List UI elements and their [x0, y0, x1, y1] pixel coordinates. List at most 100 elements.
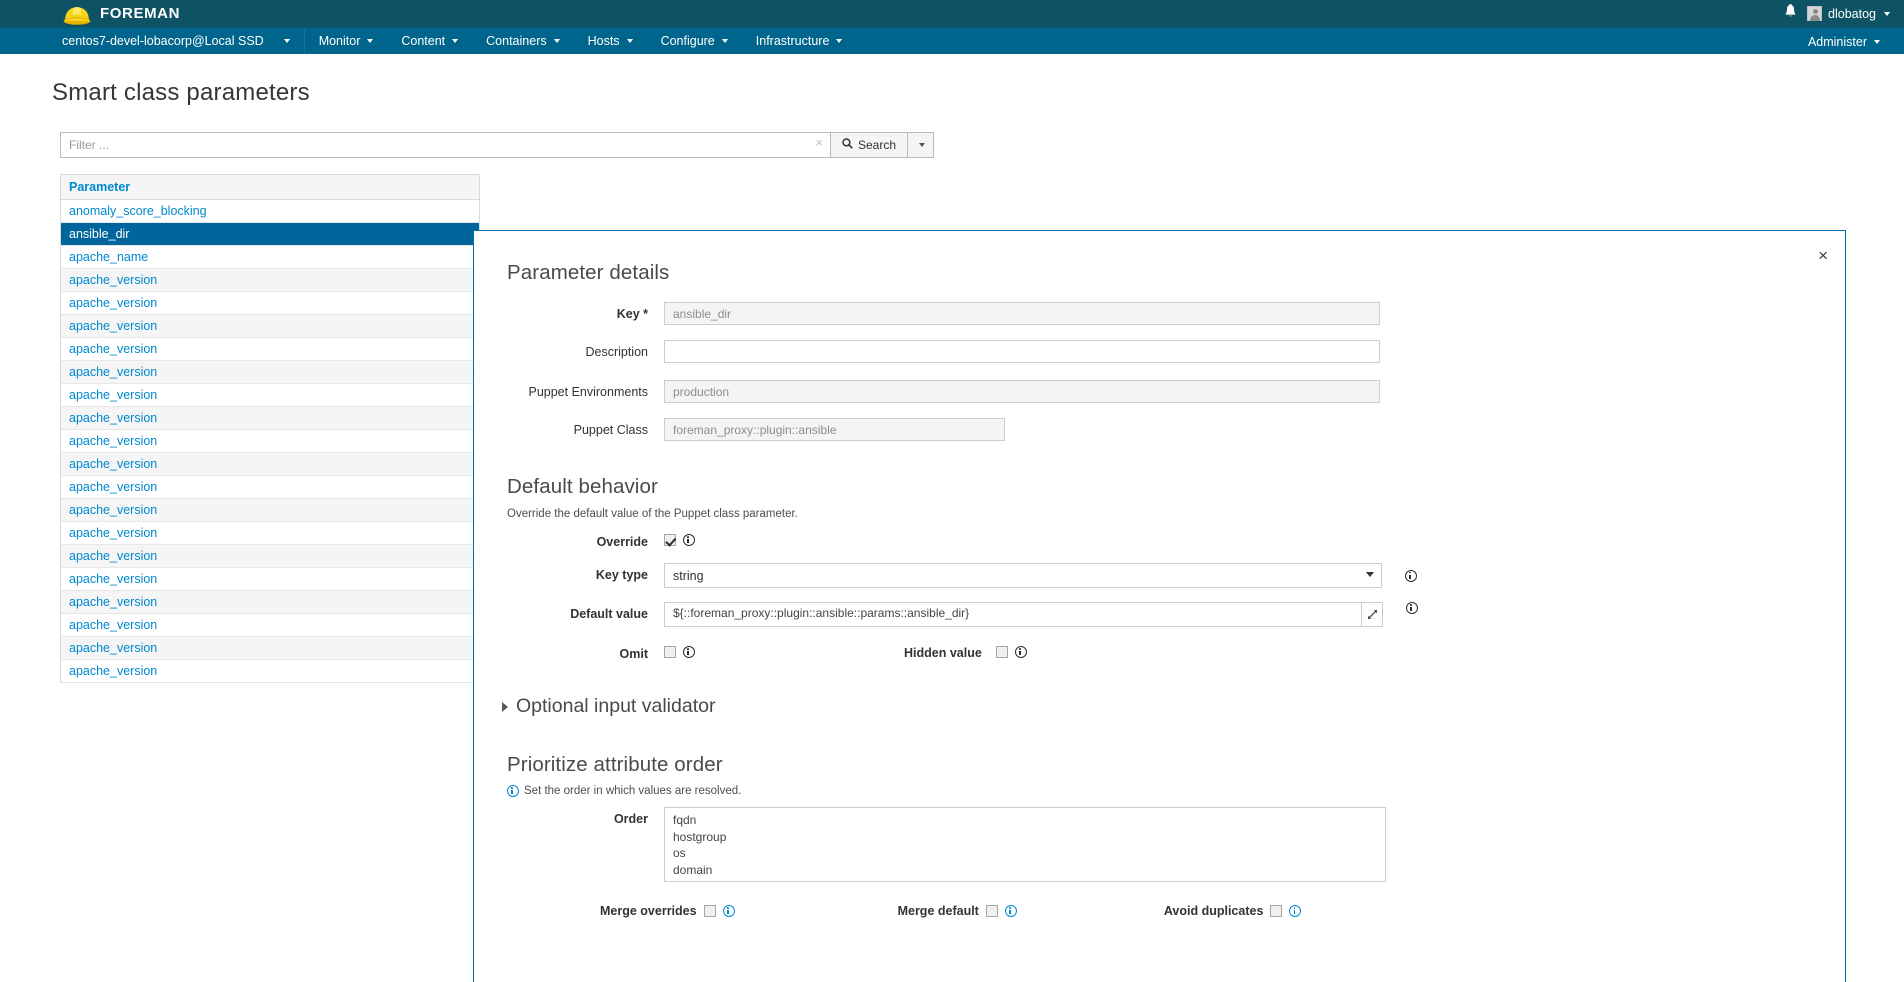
chevron-down-icon: [918, 143, 925, 147]
description-field[interactable]: [664, 340, 1380, 363]
nav-label: Hosts: [587, 34, 620, 48]
parameter-link[interactable]: apache_version: [60, 337, 480, 361]
nav-label: Configure: [660, 34, 715, 48]
nav-item-infrastructure[interactable]: Infrastructure: [742, 28, 857, 54]
table-row[interactable]: apache_version: [60, 429, 480, 453]
info-icon[interactable]: [683, 534, 695, 546]
nav-item-monitor[interactable]: Monitor: [305, 28, 388, 54]
info-icon[interactable]: [1289, 905, 1302, 917]
brand-bar: FOREMAN dlobatog: [0, 0, 1904, 27]
search-button[interactable]: Search: [830, 132, 909, 158]
table-row[interactable]: apache_version: [60, 291, 480, 315]
parameter-link[interactable]: anomaly_score_blocking: [60, 199, 480, 223]
avoid-duplicates-checkbox[interactable]: [1270, 905, 1283, 917]
org-selector[interactable]: centos7-devel-lobacorp@Local SSD: [0, 28, 305, 54]
expand-icon[interactable]: [1362, 602, 1383, 627]
nav-label: Content: [401, 34, 446, 48]
override-control: [664, 530, 695, 546]
parameter-link[interactable]: apache_version: [60, 613, 480, 637]
table-row[interactable]: apache_version: [60, 452, 480, 476]
table-row[interactable]: apache_version: [60, 636, 480, 660]
table-row[interactable]: apache_version: [60, 567, 480, 591]
parameter-link[interactable]: apache_version: [60, 659, 480, 683]
table-row[interactable]: apache_version: [60, 544, 480, 568]
info-icon[interactable]: [683, 646, 695, 658]
parameter-link[interactable]: apache_version: [60, 452, 480, 476]
parameter-link[interactable]: apache_version: [60, 429, 480, 453]
parameter-link[interactable]: apache_version: [60, 590, 480, 614]
nav-item-containers[interactable]: Containers: [472, 28, 573, 54]
parameter-link[interactable]: apache_version: [60, 636, 480, 660]
parameter-link[interactable]: apache_version: [60, 291, 480, 315]
override-checkbox[interactable]: [664, 534, 676, 546]
nav-item-hosts[interactable]: Hosts: [574, 28, 647, 54]
table-row[interactable]: apache_version: [60, 268, 480, 292]
section-title-prioritize-attribute-order: Prioritize attribute order: [507, 753, 723, 776]
table-row[interactable]: ansible_dir: [60, 222, 480, 246]
nav-item-administer[interactable]: Administer: [1794, 35, 1894, 49]
table-row[interactable]: apache_name: [60, 245, 480, 269]
table-row[interactable]: apache_version: [60, 498, 480, 522]
parameter-link[interactable]: apache_version: [60, 544, 480, 568]
table-header-row: Parameter: [60, 174, 480, 200]
close-icon[interactable]: ×: [1818, 247, 1828, 264]
nav-item-configure[interactable]: Configure: [647, 28, 742, 54]
parameter-link[interactable]: apache_name: [60, 245, 480, 269]
user-menu[interactable]: dlobatog: [1807, 6, 1890, 21]
page-title: Smart class parameters: [52, 79, 310, 106]
table-row[interactable]: anomaly_score_blocking: [60, 199, 480, 223]
parameter-link[interactable]: apache_version: [60, 314, 480, 338]
table-row[interactable]: apache_version: [60, 659, 480, 683]
clear-icon[interactable]: ×: [815, 136, 823, 149]
brand-logo[interactable]: FOREMAN: [62, 0, 180, 27]
label-puppet-environments: Puppet Environments: [528, 385, 648, 399]
label-hidden-value: Hidden value: [904, 646, 982, 660]
merge-default-checkbox[interactable]: [985, 905, 998, 917]
parameter-link[interactable]: apache_version: [60, 475, 480, 499]
info-icon[interactable]: [1004, 905, 1017, 917]
parameter-details-panel: × Parameter details Key * Description Pu…: [473, 230, 1846, 982]
default-value-field[interactable]: ${::foreman_proxy::plugin::ansible::para…: [664, 602, 1362, 627]
parameter-details-content: Parameter details Key * Description Pupp…: [474, 231, 1845, 918]
parameter-link[interactable]: apache_version: [60, 406, 480, 430]
label-default-value: Default value: [570, 607, 648, 621]
table-row[interactable]: apache_version: [60, 475, 480, 499]
parameter-link[interactable]: apache_version: [60, 521, 480, 545]
table-row[interactable]: apache_version: [60, 383, 480, 407]
nav-item-content[interactable]: Content: [387, 28, 472, 54]
hidden-value-control: [995, 642, 1027, 658]
parameter-link[interactable]: apache_version: [60, 360, 480, 384]
nav-label: Monitor: [318, 34, 361, 48]
table-row[interactable]: apache_version: [60, 590, 480, 614]
parameter-link[interactable]: apache_version: [60, 268, 480, 292]
info-icon[interactable]: [1405, 569, 1417, 582]
optional-input-validator-toggle[interactable]: Optional input validator: [502, 695, 1845, 718]
merge-overrides-checkbox[interactable]: [703, 905, 716, 917]
parameter-link[interactable]: ansible_dir: [60, 222, 480, 246]
hidden-value-checkbox[interactable]: [995, 646, 1008, 658]
table-row[interactable]: apache_version: [60, 360, 480, 384]
parameter-link[interactable]: apache_version: [60, 498, 480, 522]
parameter-link[interactable]: apache_version: [60, 383, 480, 407]
bell-icon[interactable]: [1784, 3, 1797, 24]
table-row[interactable]: apache_version: [60, 314, 480, 338]
omit-checkbox[interactable]: [664, 646, 676, 658]
table-row[interactable]: apache_version: [60, 337, 480, 361]
search-dropdown-button[interactable]: [908, 132, 935, 158]
key-type-select[interactable]: string: [664, 563, 1382, 588]
table-row[interactable]: apache_version: [60, 406, 480, 430]
puppet-environments-field[interactable]: [664, 380, 1380, 403]
key-field[interactable]: [664, 302, 1380, 325]
order-field[interactable]: fqdn hostgroup os domain: [664, 807, 1386, 882]
column-header-parameter[interactable]: Parameter: [60, 174, 480, 200]
parameter-link[interactable]: apache_version: [60, 567, 480, 591]
search-input[interactable]: [60, 132, 830, 158]
info-icon[interactable]: [722, 905, 735, 917]
label-description: Description: [585, 345, 648, 359]
info-icon[interactable]: [1014, 646, 1027, 658]
info-icon[interactable]: [1406, 602, 1418, 614]
table-row[interactable]: apache_version: [60, 613, 480, 637]
table-row[interactable]: apache_version: [60, 521, 480, 545]
puppet-class-field[interactable]: [664, 418, 1005, 441]
